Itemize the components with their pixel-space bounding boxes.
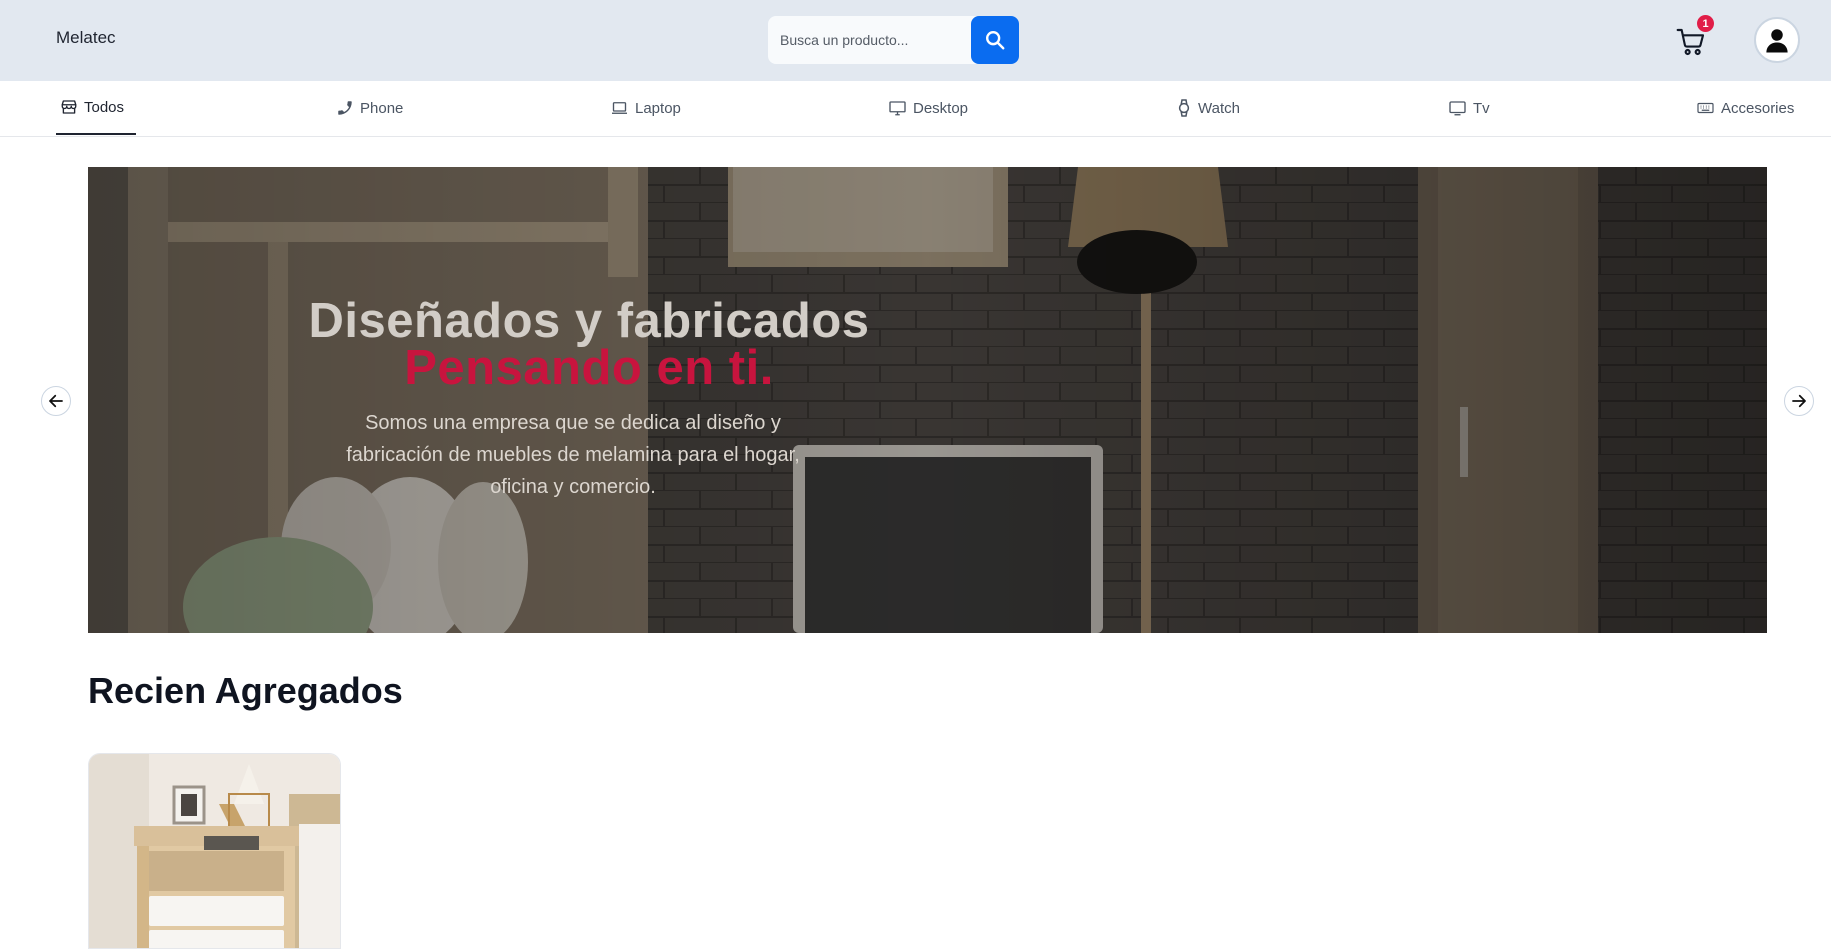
search-bar (768, 16, 1019, 64)
product-card[interactable] (88, 753, 341, 949)
cart-count-badge: 1 (1697, 15, 1714, 32)
product-image (89, 754, 340, 948)
user-icon (1766, 29, 1788, 53)
keyboard-icon (1697, 102, 1714, 114)
search-icon (986, 31, 1005, 50)
tab-label: Laptop (635, 99, 681, 117)
store-icon (61, 100, 77, 114)
arrow-right-icon (1792, 394, 1806, 408)
tab-watch[interactable]: Watch (1172, 81, 1244, 135)
cart-button[interactable]: 1 (1673, 15, 1714, 58)
tab-tv[interactable]: Tv (1444, 81, 1494, 135)
brand-logo[interactable]: Melatec (56, 28, 116, 48)
tab-label: Desktop (913, 99, 969, 117)
hero-banner: Diseñados y fabricados Pensando en ti. S… (88, 167, 1767, 633)
watch-icon (1178, 99, 1190, 117)
search-button[interactable] (971, 16, 1019, 64)
tab-label: Phone (360, 99, 404, 117)
phone-icon (338, 101, 352, 115)
tab-label: Tv (1473, 99, 1490, 117)
carousel-prev-button[interactable] (41, 386, 71, 416)
tab-phone[interactable]: Phone (332, 81, 407, 135)
top-header: Melatec 1 (0, 0, 1831, 81)
user-avatar-button[interactable] (1754, 17, 1800, 63)
hero-description: Somos una empresa que se dedica al diseñ… (346, 412, 800, 498)
category-nav: Todos Phone Laptop Desktop Watch Tv Acce… (0, 81, 1831, 137)
arrow-left-icon (49, 394, 63, 408)
laptop-icon (612, 102, 627, 114)
tab-label: Todos (84, 98, 125, 116)
hero-subtitle: Pensando en ti. (404, 341, 774, 395)
search-input[interactable] (768, 16, 971, 64)
tab-label: Accesories (1721, 99, 1795, 117)
carousel-next-button[interactable] (1784, 386, 1814, 416)
tab-label: Watch (1198, 99, 1240, 117)
tab-todos[interactable]: Todos (56, 81, 136, 135)
tab-laptop[interactable]: Laptop (606, 81, 685, 135)
desktop-icon (889, 101, 906, 116)
tab-accesories[interactable]: Accesories (1692, 81, 1798, 135)
section-title: Recien Agregados (88, 670, 403, 711)
hero-background-image (88, 167, 1767, 633)
tv-icon (1449, 101, 1466, 116)
tab-desktop[interactable]: Desktop (884, 81, 972, 135)
